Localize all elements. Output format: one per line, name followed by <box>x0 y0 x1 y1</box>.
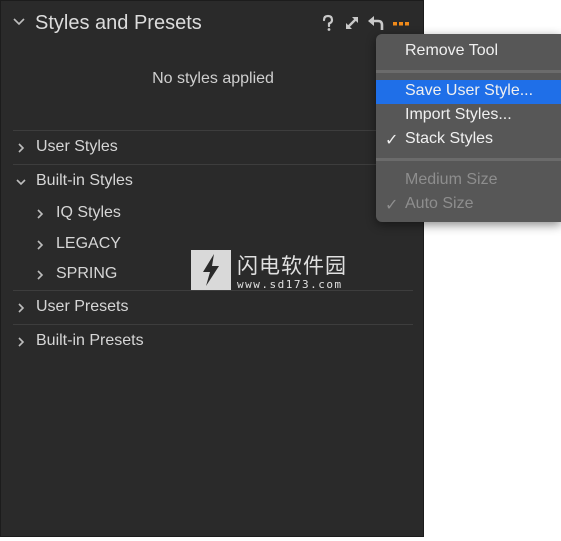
tree-item-builtin-styles[interactable]: Built-in Styles <box>1 167 425 197</box>
menu-separator <box>376 158 561 161</box>
more-options-icon[interactable] <box>392 14 410 32</box>
chevron-right-icon <box>18 303 25 313</box>
tree-item-label: LEGACY <box>56 235 121 252</box>
chevron-right-icon <box>18 337 25 347</box>
watermark-url: www.sd173.com <box>237 278 343 291</box>
reset-icon[interactable] <box>367 14 385 32</box>
menu-separator <box>376 70 561 73</box>
tree-item-user-styles[interactable]: User Styles <box>1 133 425 163</box>
more-options-menu: Remove Tool Save User Style... Import St… <box>376 34 561 222</box>
divider <box>13 130 413 131</box>
tree-item-iq-styles[interactable]: IQ Styles <box>1 199 425 229</box>
checkmark-icon: ✓ <box>385 132 399 149</box>
watermark-logo <box>191 250 231 290</box>
expand-icon[interactable] <box>343 14 361 32</box>
menu-item-label: Stack Styles <box>405 130 494 147</box>
checkmark-icon: ✓ <box>385 197 399 214</box>
tree-item-label: User Styles <box>36 138 118 155</box>
menu-item-label: Import Styles... <box>405 106 512 123</box>
menu-item-label: Medium Size <box>405 171 498 188</box>
tree-item-label: SPRING <box>56 265 118 282</box>
tree-item-label: IQ Styles <box>56 204 121 221</box>
menu-item-import-styles[interactable]: Import Styles... <box>376 104 561 128</box>
chevron-right-icon <box>37 209 44 219</box>
tree-item-label: Built-in Presets <box>36 332 144 349</box>
empty-message: No styles applied <box>152 70 274 87</box>
lightning-icon <box>203 254 219 286</box>
menu-item-auto-size: ✓ Auto Size <box>376 193 561 217</box>
tree-item-label: Built-in Styles <box>36 172 133 189</box>
watermark-title: 闪电软件园 <box>237 255 347 278</box>
tree-item-builtin-presets[interactable]: Built-in Presets <box>1 327 425 357</box>
menu-item-remove-tool[interactable]: Remove Tool <box>376 40 561 64</box>
divider <box>13 164 413 165</box>
menu-item-label: Auto Size <box>405 195 474 212</box>
panel-header: Styles and Presets <box>1 1 425 45</box>
chevron-down-icon <box>16 179 26 186</box>
styles-presets-panel: Styles and Presets No styles applied Use… <box>0 0 424 537</box>
divider <box>13 324 413 325</box>
chevron-right-icon <box>37 270 44 280</box>
watermark: 闪电软件园 www.sd173.com <box>191 250 361 294</box>
chevron-right-icon <box>18 143 25 153</box>
collapse-chevron-icon[interactable] <box>12 16 26 28</box>
tree-item-label: User Presets <box>36 298 129 315</box>
chevron-right-icon <box>37 240 44 250</box>
panel-title: Styles and Presets <box>35 12 202 34</box>
menu-item-stack-styles[interactable]: ✓ Stack Styles <box>376 128 561 152</box>
menu-item-save-user-style[interactable]: Save User Style... <box>376 80 561 104</box>
tree-item-user-presets[interactable]: User Presets <box>1 293 425 323</box>
menu-item-label: Remove Tool <box>405 42 499 59</box>
help-icon[interactable] <box>319 14 337 32</box>
menu-item-medium-size: Medium Size <box>376 169 561 193</box>
menu-item-label: Save User Style... <box>405 82 534 99</box>
